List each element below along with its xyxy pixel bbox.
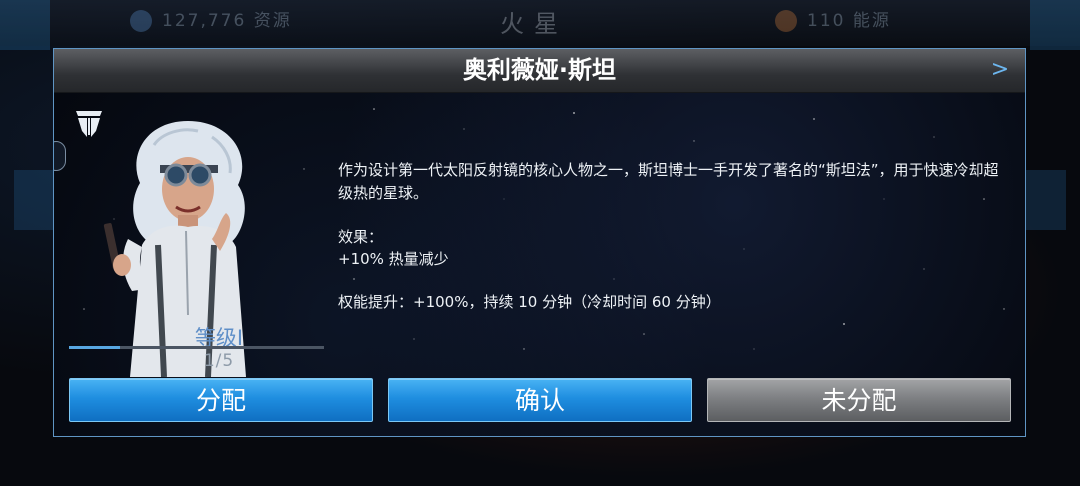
background-side-panel-left — [14, 170, 58, 230]
effect-heading: 效果： — [338, 228, 384, 246]
resource-icon — [130, 10, 152, 32]
chevron-right-icon: > — [990, 57, 1010, 82]
background-right-button — [1030, 0, 1080, 50]
resource-right-text: 110 能源 — [807, 11, 891, 31]
character-description: 作为设计第一代太阳反射镜的核心人物之一，斯坦博士一手开发了著名的“斯坦法”，用于… — [338, 161, 999, 202]
level-progress-fill — [69, 346, 120, 349]
assign-button[interactable]: 分配 — [69, 378, 373, 422]
character-dialog: 奥利薇娅·斯坦 > 等级I 1/5 作为设计第一代太阳反射镜的核心人物之一，斯坦… — [53, 48, 1026, 437]
next-character-button[interactable]: > — [985, 55, 1015, 85]
faction-emblem-icon — [76, 111, 102, 137]
effect-value: +10% 热量减少 — [338, 250, 449, 268]
perk-boost-line: 权能提升：+100%，持续 10 分钟（冷却时间 60 分钟） — [338, 293, 721, 311]
planet-name: 火星 — [500, 10, 568, 38]
resource-left-text: 127,776 资源 — [162, 11, 292, 31]
dialog-title: 奥利薇娅·斯坦 — [462, 56, 617, 84]
resource-counter-right: 110 能源 — [775, 8, 891, 34]
confirm-button[interactable]: 确认 — [388, 378, 692, 422]
resource-counter-left: 127,776 资源 — [130, 8, 292, 34]
side-toggle-handle[interactable] — [54, 141, 66, 171]
level-progress-bar — [69, 346, 324, 349]
level-progress-count: 1/5 — [203, 351, 235, 371]
background-side-panel-right — [1022, 170, 1066, 230]
unassign-button[interactable]: 未分配 — [707, 378, 1011, 422]
energy-icon — [775, 10, 797, 32]
background-left-button — [0, 0, 50, 50]
